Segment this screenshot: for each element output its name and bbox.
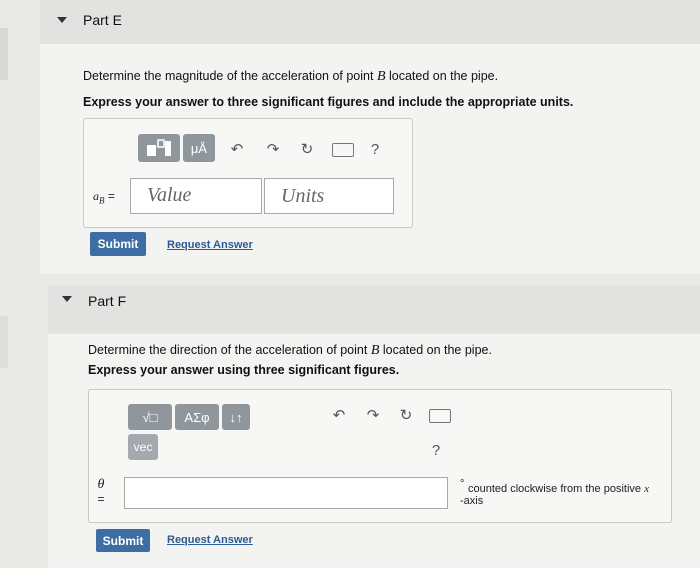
sqrt-icon: √□: [142, 409, 158, 425]
left-edge-tab-2: [0, 316, 8, 368]
units-input[interactable]: Units: [264, 178, 394, 214]
unit-description: counted clockwise from the positive x -a…: [460, 483, 649, 507]
caret-down-icon[interactable]: [57, 17, 67, 23]
value-input[interactable]: Value: [130, 178, 262, 214]
part-e-question: Determine the magnitude of the accelerat…: [83, 69, 499, 84]
left-edge-tab: [0, 28, 8, 80]
part-e-header[interactable]: [40, 0, 700, 44]
theta-label: θ =: [97, 477, 105, 507]
matrix-button[interactable]: [138, 134, 180, 162]
part-f-header[interactable]: [48, 286, 700, 334]
part-e-instruction: Express your answer to three significant…: [83, 95, 574, 109]
undo-icon[interactable]: ↶: [330, 406, 348, 424]
caret-down-icon[interactable]: [62, 296, 72, 302]
acceleration-label: aB =: [93, 189, 115, 206]
reset-icon[interactable]: ↻: [298, 140, 316, 158]
mu-a-button[interactable]: μÅ: [183, 134, 215, 162]
vec-button[interactable]: vec: [128, 434, 158, 460]
help-icon[interactable]: ?: [428, 441, 444, 459]
part-f-request-answer-link[interactable]: Request Answer: [167, 534, 253, 546]
vec-icon: vec: [133, 440, 153, 454]
matrix-icon: [147, 139, 171, 156]
arrows-icon: ↓↑: [229, 409, 243, 425]
angle-input[interactable]: [124, 477, 448, 509]
part-f-question: Determine the direction of the accelerat…: [88, 343, 492, 358]
part-f-instruction: Express your answer using three signific…: [88, 363, 400, 377]
help-icon[interactable]: ?: [367, 140, 383, 158]
part-e-submit-button[interactable]: Submit: [90, 232, 146, 256]
keyboard-icon[interactable]: [429, 409, 451, 423]
greek-button[interactable]: ΑΣφ: [175, 404, 219, 430]
redo-icon[interactable]: ↷: [364, 406, 382, 424]
arrows-button[interactable]: ↓↑: [222, 404, 250, 430]
point-variable: B: [376, 69, 386, 84]
part-f-title: Part F: [88, 293, 127, 309]
part-e-request-answer-link[interactable]: Request Answer: [167, 239, 253, 251]
keyboard-icon[interactable]: [332, 143, 354, 157]
undo-icon[interactable]: ↶: [228, 140, 246, 158]
sqrt-button[interactable]: √□: [128, 404, 172, 430]
part-e-title: Part E: [83, 12, 122, 28]
redo-icon[interactable]: ↷: [264, 140, 282, 158]
part-f-submit-button[interactable]: Submit: [96, 529, 150, 552]
reset-icon[interactable]: ↻: [397, 406, 415, 424]
mu-a-icon: μÅ: [190, 140, 208, 156]
greek-icon: ΑΣφ: [184, 409, 210, 425]
